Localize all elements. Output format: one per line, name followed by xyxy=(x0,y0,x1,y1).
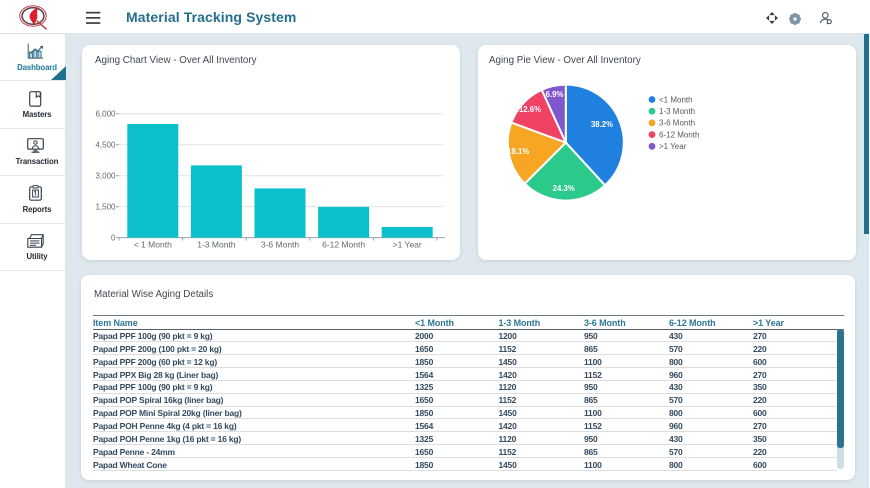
svg-text:6-12 Month: 6-12 Month xyxy=(322,240,365,250)
svg-text:18.1%: 18.1% xyxy=(507,147,529,156)
svg-text:38.2%: 38.2% xyxy=(591,120,613,129)
svg-text:1,500: 1,500 xyxy=(95,203,116,212)
svg-text:12.6%: 12.6% xyxy=(519,105,541,114)
svg-text:< 1 Month: < 1 Month xyxy=(134,240,172,250)
svg-text:4,500: 4,500 xyxy=(95,141,116,150)
svg-text:24.3%: 24.3% xyxy=(553,184,575,193)
svg-text:6-12 Month: 6-12 Month xyxy=(659,130,699,139)
svg-text:3-6 Month: 3-6 Month xyxy=(659,119,695,128)
svg-text:3,000: 3,000 xyxy=(95,172,116,181)
svg-text:1-3 Month: 1-3 Month xyxy=(197,240,236,250)
svg-text:<1 Month: <1 Month xyxy=(659,95,693,104)
svg-text:3-6 Month: 3-6 Month xyxy=(261,240,300,250)
svg-text:6,000: 6,000 xyxy=(95,110,116,119)
svg-text:>1 Year: >1 Year xyxy=(659,142,687,151)
svg-text:6.9%: 6.9% xyxy=(546,90,564,99)
svg-text:>1 Year: >1 Year xyxy=(393,240,422,250)
svg-text:1-3 Month: 1-3 Month xyxy=(659,107,695,116)
svg-text:0: 0 xyxy=(111,233,116,242)
